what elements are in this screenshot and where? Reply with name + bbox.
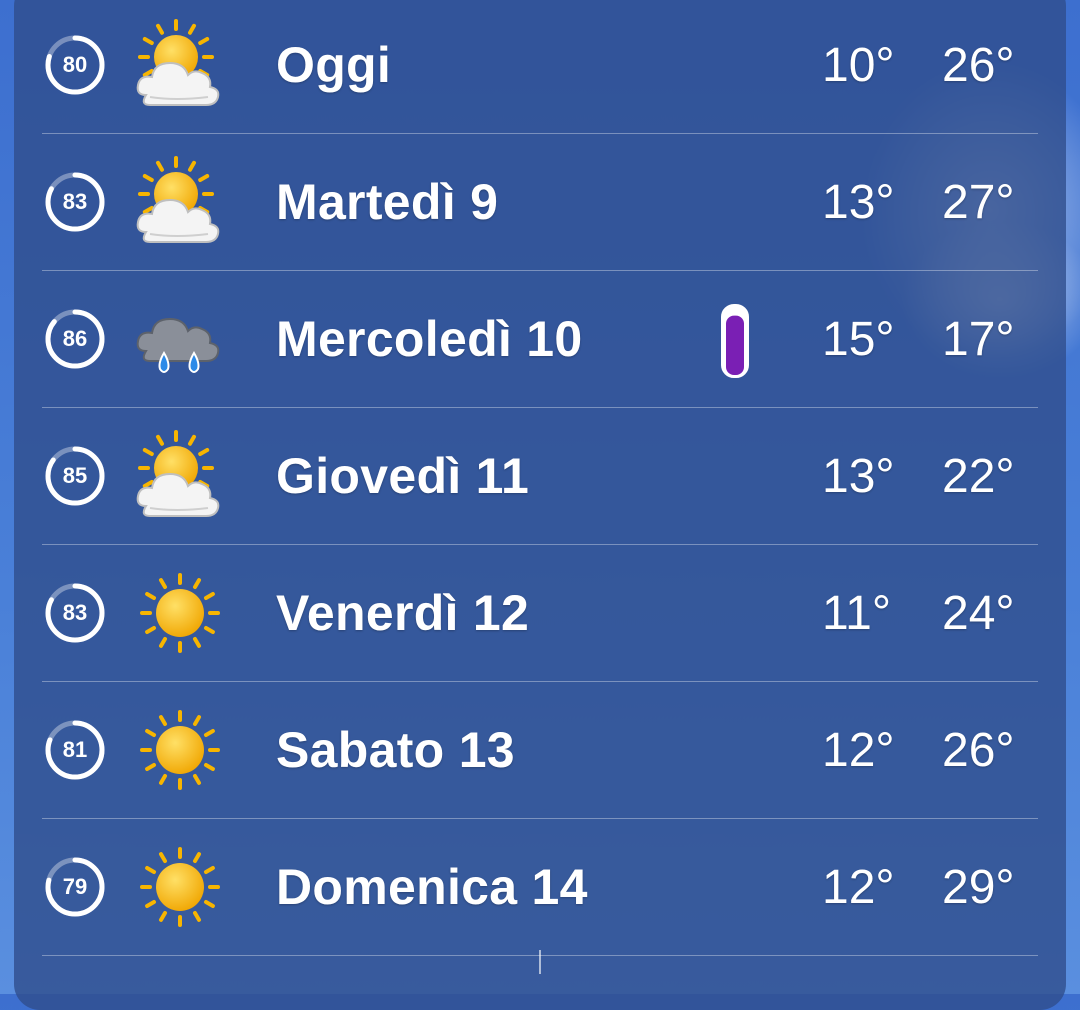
max-temp: 17° [942,313,1015,366]
score-value: 80 [62,52,88,77]
day-label: Giovedì 11 [276,448,530,504]
partly-cloudy-icon [134,430,226,522]
score-ring: 85 [44,445,106,507]
bottom-tab-divider [539,950,541,974]
min-temp: 12° [822,861,895,914]
max-temp: 27° [942,176,1015,229]
day-label: Martedì 9 [276,174,499,230]
score-ring: 83 [44,171,106,233]
min-temp: 12° [822,724,895,777]
score-value: 86 [62,326,88,351]
forecast-row[interactable]: 79 Domenica 14 12° 29° [42,819,1038,956]
score-value: 83 [62,189,88,214]
score-ring: 81 [44,719,106,781]
sun-icon [134,567,226,659]
min-temp: 15° [822,313,895,366]
day-label: Venerdì 12 [276,585,530,641]
forecast-panel: 80 Oggi 10° 26° 83 Martedì 9 13° 27° 86 … [14,0,1066,1010]
score-value: 83 [62,600,88,625]
day-label: Mercoledì 10 [276,311,583,367]
forecast-row[interactable]: 80 Oggi 10° 26° [42,0,1038,134]
sun-icon [134,841,226,933]
score-value: 85 [62,463,88,488]
score-ring: 86 [44,308,106,370]
forecast-row[interactable]: 83 Venerdì 12 11° 24° [42,545,1038,682]
max-temp: 26° [942,39,1015,92]
day-label: Oggi [276,37,392,93]
min-temp: 13° [822,176,895,229]
score-ring: 79 [44,856,106,918]
day-label: Domenica 14 [276,859,588,915]
min-temp: 10° [822,39,895,92]
score-value: 81 [62,737,88,762]
sun-icon [134,704,226,796]
score-value: 79 [62,874,88,899]
forecast-row[interactable]: 86 Mercoledì 10 15° 17° [42,271,1038,408]
min-temp: 13° [822,450,895,503]
forecast-row[interactable]: 81 Sabato 13 12° 26° [42,682,1038,819]
score-ring: 83 [44,582,106,644]
partly-cloudy-icon [134,19,226,111]
max-temp: 29° [942,861,1015,914]
score-ring: 80 [44,34,106,96]
rain-cloud-icon [134,293,226,385]
max-temp: 24° [942,587,1015,640]
forecast-row[interactable]: 83 Martedì 9 13° 27° [42,134,1038,271]
max-temp: 26° [942,724,1015,777]
rain-gauge [720,303,750,379]
day-label: Sabato 13 [276,722,515,778]
forecast-row[interactable]: 85 Giovedì 11 13° 22° [42,408,1038,545]
min-temp: 11° [822,587,892,640]
max-temp: 22° [942,450,1015,503]
partly-cloudy-icon [134,156,226,248]
